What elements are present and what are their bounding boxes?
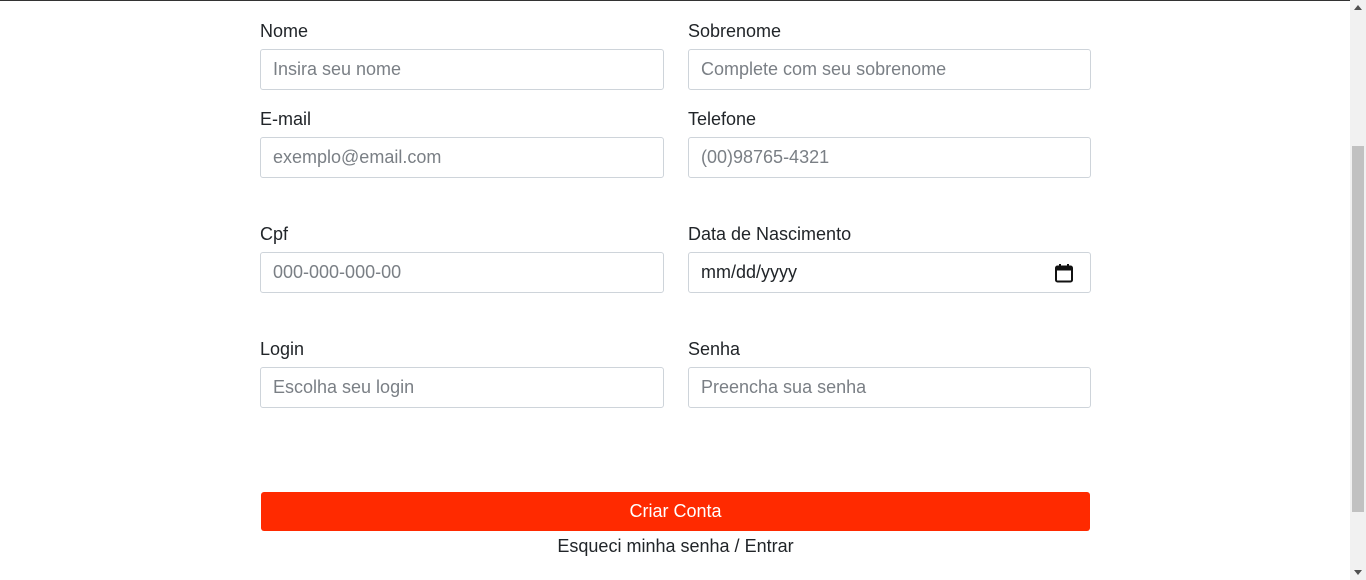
scrollbar-thumb[interactable] (1352, 146, 1364, 512)
telefone-label: Telefone (688, 109, 757, 129)
senha-input[interactable] (688, 367, 1091, 408)
cpf-input[interactable] (260, 252, 664, 293)
create-account-button[interactable]: Criar Conta (261, 492, 1090, 531)
telefone-input[interactable] (688, 137, 1091, 178)
email-input[interactable] (260, 137, 664, 178)
nascimento-date-value: mm/dd/yyyy (701, 262, 798, 282)
email-field-group: E-mail (260, 108, 664, 178)
auth-links: Esqueci minha senha / Entrar (260, 535, 1091, 557)
link-separator: / (735, 536, 745, 556)
separator-text: / (734, 536, 740, 556)
cpf-field-group: Cpf (260, 223, 664, 293)
vertical-scrollbar[interactable] (1350, 0, 1366, 580)
nome-field-group: Nome (260, 20, 664, 90)
nascimento-label: Data de Nascimento (688, 224, 852, 244)
nascimento-date-input[interactable]: mm/dd/yyyy (688, 252, 1091, 293)
cpf-label: Cpf (260, 224, 289, 244)
senha-label: Senha (688, 339, 741, 359)
senha-field-group: Senha (688, 338, 1091, 408)
nome-input[interactable] (260, 49, 664, 90)
sobrenome-input[interactable] (688, 49, 1091, 90)
page: Nome Sobrenome E-mail Telefone Cpf Data … (0, 0, 1366, 580)
login-label: Login (260, 339, 305, 359)
nome-label: Nome (260, 21, 309, 41)
sobrenome-label: Sobrenome (688, 21, 782, 41)
sobrenome-field-group: Sobrenome (688, 20, 1091, 90)
forgot-password-link[interactable]: Esqueci minha senha (557, 536, 729, 556)
telefone-field-group: Telefone (688, 108, 1091, 178)
login-link[interactable]: Entrar (745, 536, 794, 556)
email-label: E-mail (260, 109, 312, 129)
login-field-group: Login (260, 338, 664, 408)
login-input[interactable] (260, 367, 664, 408)
signup-form: Nome Sobrenome E-mail Telefone Cpf Data … (260, 0, 1091, 580)
scroll-up-arrow-icon[interactable] (1350, 0, 1366, 16)
scroll-down-arrow-icon[interactable] (1350, 564, 1366, 580)
calendar-icon[interactable] (1054, 263, 1074, 283)
nascimento-field-group: Data de Nascimento mm/dd/yyyy (688, 223, 1091, 293)
